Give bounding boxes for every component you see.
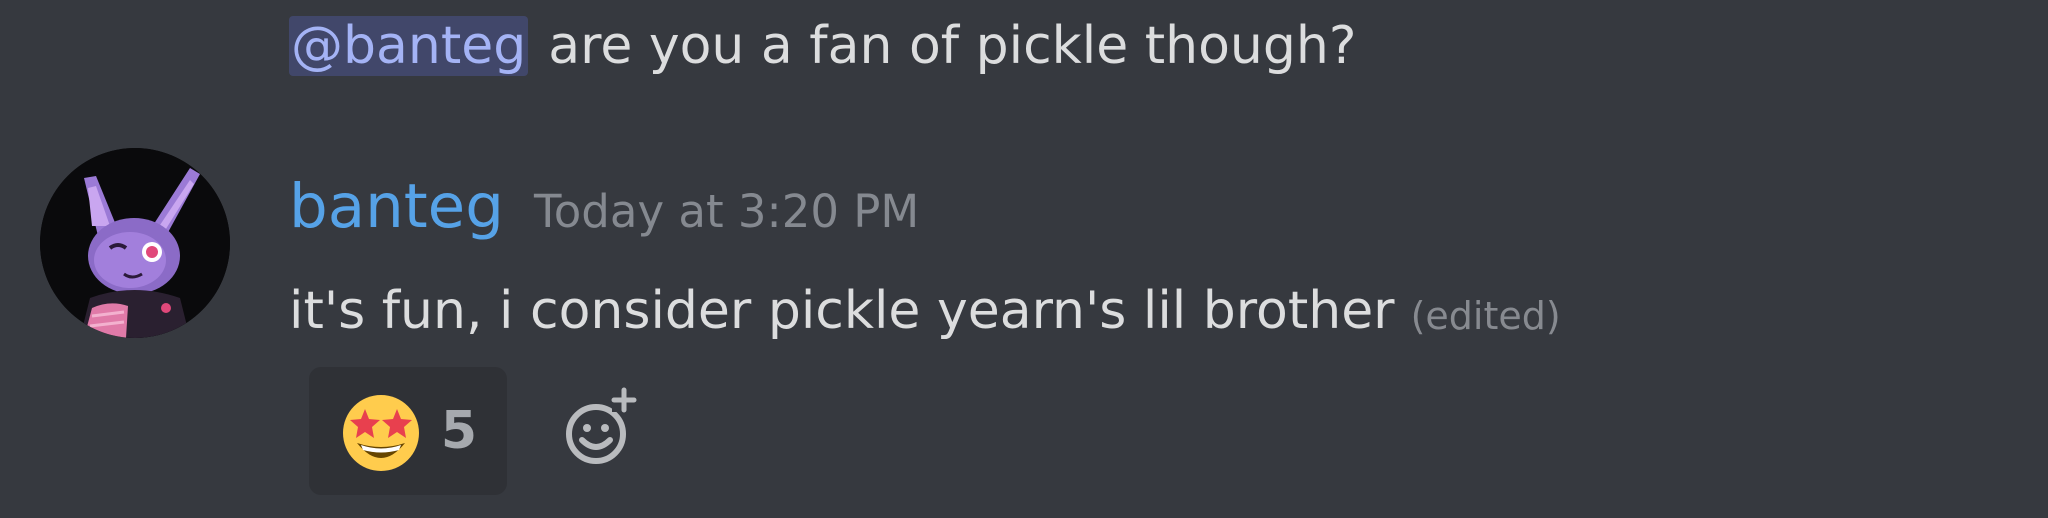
- user-mention[interactable]: @banteg: [289, 16, 529, 76]
- purple-bunny-avatar-icon: [40, 148, 230, 338]
- message-header: banteg Today at 3:20 PM: [289, 168, 919, 244]
- add-reaction-icon: [566, 387, 637, 464]
- add-reaction-button[interactable]: [560, 382, 640, 472]
- timestamp: Today at 3:20 PM: [533, 184, 920, 238]
- star-struck-emoji-icon: [342, 395, 419, 471]
- reaction-count: 5: [440, 401, 478, 461]
- previous-message-text: are you a fan of pickle though?: [548, 16, 1357, 76]
- message-content: it's fun, i consider pickle yearn's lil …: [289, 273, 1561, 349]
- previous-message: @banteg are you a fan of pickle though?: [289, 6, 1356, 86]
- message-text: it's fun, i consider pickle yearn's lil …: [289, 281, 1395, 341]
- edited-label: (edited): [1410, 294, 1561, 338]
- reaction-button[interactable]: 5: [309, 367, 507, 495]
- avatar[interactable]: [40, 148, 230, 338]
- username[interactable]: banteg: [289, 171, 504, 242]
